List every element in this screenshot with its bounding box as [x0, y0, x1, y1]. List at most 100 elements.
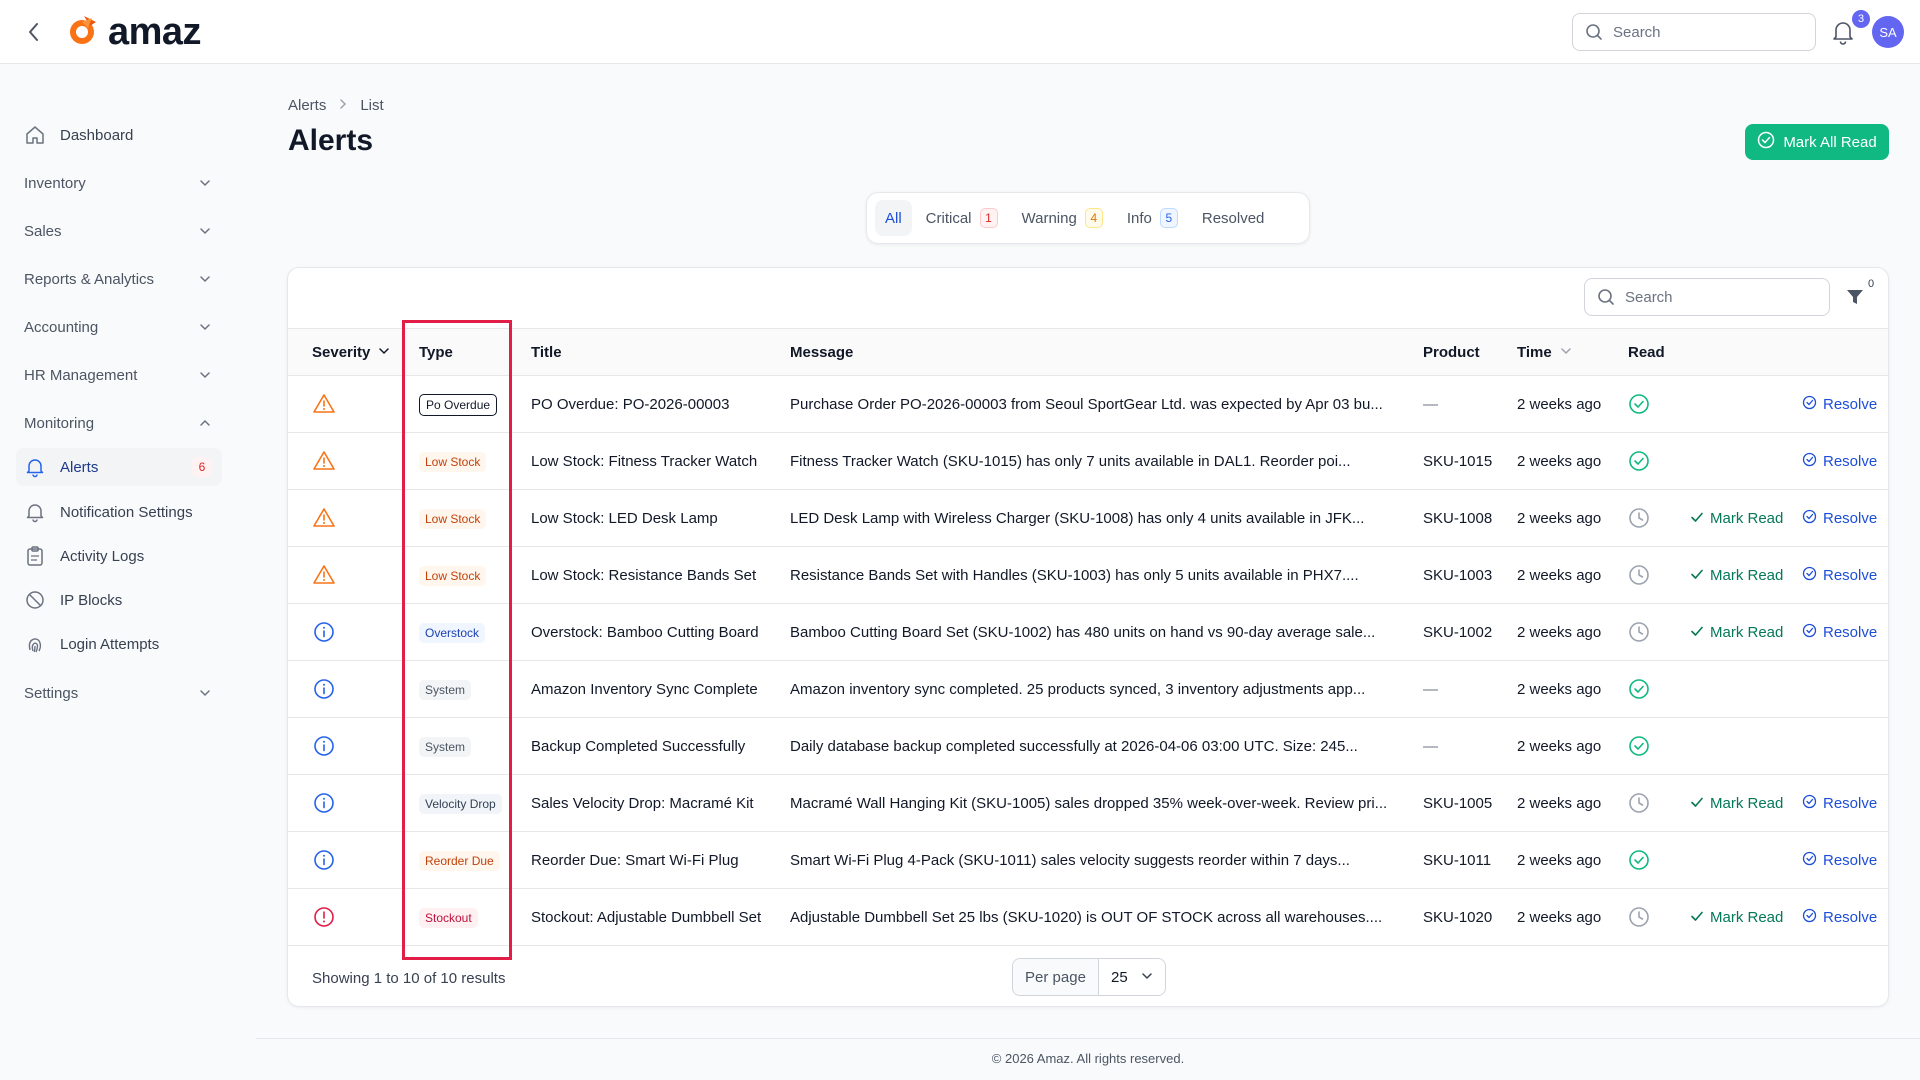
alert-filter-tabs: All Critical 1 Warning 4 Info 5 Resolved	[866, 192, 1310, 244]
tab-info[interactable]: Info 5	[1117, 200, 1188, 236]
alert-title: Stockout: Adjustable Dumbbell Set	[531, 909, 762, 926]
sidebar-item-notification-settings[interactable]: Notification Settings	[16, 493, 222, 531]
alerts-table-card: 0 Severity Type Title Message Product Ti…	[287, 267, 1889, 1007]
sidebar-item-dashboard[interactable]: Dashboard	[16, 116, 222, 154]
table-row[interactable]: Velocity Drop Sales Velocity Drop: Macram…	[288, 775, 1888, 832]
type-badge: Low Stock	[419, 508, 487, 529]
column-header-product[interactable]: Product	[1423, 344, 1480, 361]
alert-message: Smart Wi-Fi Plug 4-Pack (SKU-1011) sales…	[790, 852, 1350, 869]
per-page-select[interactable]: 25	[1099, 959, 1165, 995]
filter-funnel-icon[interactable]	[1844, 286, 1866, 308]
mark-read-button[interactable]: Mark Read	[1690, 490, 1783, 547]
global-search[interactable]	[1572, 13, 1816, 51]
mark-read-button[interactable]: Mark Read	[1690, 604, 1783, 661]
table-row[interactable]: Low Stock Low Stock: Fitness Tracker Watc…	[288, 433, 1888, 490]
tab-label: Info	[1126, 209, 1152, 227]
sort-chevron-icon	[1560, 344, 1572, 361]
alerts-count-badge: 6	[192, 457, 212, 477]
alert-product: SKU-1020	[1423, 909, 1493, 926]
sidebar-item-activity-logs[interactable]: Activity Logs	[16, 537, 222, 575]
type-badge: Po Overdue	[419, 393, 498, 416]
sidebar-group-sales[interactable]: Sales	[16, 212, 222, 250]
resolve-button[interactable]: Resolve	[1802, 775, 1877, 832]
tab-label: Resolved	[1201, 209, 1265, 227]
table-row[interactable]: Low Stock Low Stock: Resistance Bands Set…	[288, 547, 1888, 604]
sidebar-item-label: IP Blocks	[60, 591, 123, 609]
resolve-label: Resolve	[1823, 909, 1878, 926]
column-header-severity[interactable]: Severity	[312, 344, 390, 361]
chevron-down-icon	[1141, 969, 1153, 986]
alert-time: 2 weeks ago	[1517, 396, 1602, 413]
table-row[interactable]: System Backup Completed Successfully Daily…	[288, 718, 1888, 775]
tab-all[interactable]: All	[875, 200, 912, 236]
alert-product: SKU-1015	[1423, 453, 1493, 470]
sidebar-group-inventory[interactable]: Inventory	[16, 164, 222, 202]
user-avatar[interactable]: SA	[1872, 16, 1904, 48]
sidebar-item-ip-blocks[interactable]: IP Blocks	[16, 581, 222, 619]
table-search[interactable]	[1584, 278, 1830, 316]
app-logo[interactable]: amaz	[62, 11, 202, 53]
sidebar-group-settings[interactable]: Settings	[16, 674, 222, 712]
column-label: Severity	[312, 344, 371, 361]
global-search-input[interactable]	[1613, 23, 1815, 41]
sidebar-group-accounting[interactable]: Accounting	[16, 308, 222, 346]
check-icon	[1690, 795, 1704, 813]
column-label: Time	[1517, 344, 1552, 361]
sidebar-group-monitoring[interactable]: Monitoring	[16, 404, 222, 442]
sidebar-item-label: Reports & Analytics	[24, 270, 155, 288]
sidebar-group-reports[interactable]: Reports & Analytics	[16, 260, 222, 298]
tab-critical[interactable]: Critical 1	[916, 200, 1008, 236]
tab-label: All	[885, 209, 902, 227]
column-header-read[interactable]: Read	[1628, 344, 1665, 361]
column-header-title[interactable]: Title	[531, 344, 562, 361]
alert-product: SKU-1008	[1423, 510, 1493, 527]
column-header-message[interactable]: Message	[790, 344, 853, 361]
resolve-button[interactable]: Resolve	[1802, 490, 1877, 547]
resolve-button[interactable]: Resolve	[1802, 547, 1877, 604]
unread-clock-icon	[1628, 792, 1650, 814]
tab-warning[interactable]: Warning 4	[1012, 200, 1113, 236]
resolve-button[interactable]: Resolve	[1802, 604, 1877, 661]
column-label: Product	[1423, 344, 1480, 361]
resolve-button[interactable]: Resolve	[1802, 376, 1877, 433]
breadcrumb-root-link[interactable]: Alerts	[288, 97, 326, 114]
resolve-button[interactable]: Resolve	[1802, 832, 1877, 889]
column-header-type[interactable]: Type	[419, 344, 453, 361]
tab-label: Critical	[925, 209, 972, 227]
chevron-down-icon	[198, 368, 212, 386]
back-arrow-icon[interactable]	[22, 18, 46, 46]
sidebar-item-login-attempts[interactable]: Login Attempts	[16, 625, 222, 663]
sidebar: Dashboard Inventory Sales Reports & Anal…	[0, 64, 240, 1080]
resolve-button[interactable]: Resolve	[1802, 889, 1877, 946]
table-row[interactable]: Reorder Due Reorder Due: Smart Wi-Fi Plug…	[288, 832, 1888, 889]
mark-read-button[interactable]: Mark Read	[1690, 775, 1783, 832]
per-page-value: 25	[1111, 968, 1128, 986]
column-header-time[interactable]: Time	[1517, 344, 1572, 361]
resolve-label: Resolve	[1823, 624, 1878, 641]
table-row[interactable]: Low Stock Low Stock: LED Desk Lamp LED Des…	[288, 490, 1888, 547]
sidebar-item-alerts[interactable]: Alerts 6	[16, 448, 222, 486]
mark-read-button[interactable]: Mark Read	[1690, 889, 1783, 946]
tab-resolved[interactable]: Resolved	[1192, 200, 1275, 236]
resolve-button[interactable]: Resolve	[1802, 433, 1877, 490]
mark-all-read-label: Mark All Read	[1783, 133, 1877, 151]
home-icon	[24, 124, 46, 146]
footer-copyright: © 2026 Amaz. All rights reserved.	[991, 1051, 1185, 1066]
table-row[interactable]: System Amazon Inventory Sync Complete Amaz…	[288, 661, 1888, 718]
mark-all-read-button[interactable]: Mark All Read	[1745, 124, 1889, 160]
table-search-input[interactable]	[1625, 288, 1829, 306]
table-row[interactable]: Stockout Stockout: Adjustable Dumbbell Se…	[288, 889, 1888, 946]
type-badge: Velocity Drop	[419, 793, 502, 814]
resolve-check-icon	[1802, 395, 1817, 414]
alert-time: 2 weeks ago	[1517, 681, 1602, 698]
tab-label: Warning	[1021, 209, 1077, 227]
ban-icon	[24, 589, 46, 611]
mark-read-button[interactable]: Mark Read	[1690, 547, 1783, 604]
table-row[interactable]: Po Overdue PO Overdue: PO-2026-00003 Purch…	[288, 376, 1888, 433]
sidebar-item-label: HR Management	[24, 366, 138, 384]
sidebar-group-hr[interactable]: HR Management	[16, 356, 222, 394]
column-label: Type	[419, 344, 453, 361]
resolve-check-icon	[1802, 623, 1817, 642]
info-circle-icon	[312, 734, 336, 758]
table-row[interactable]: Overstock Overstock: Bamboo Cutting Board…	[288, 604, 1888, 661]
